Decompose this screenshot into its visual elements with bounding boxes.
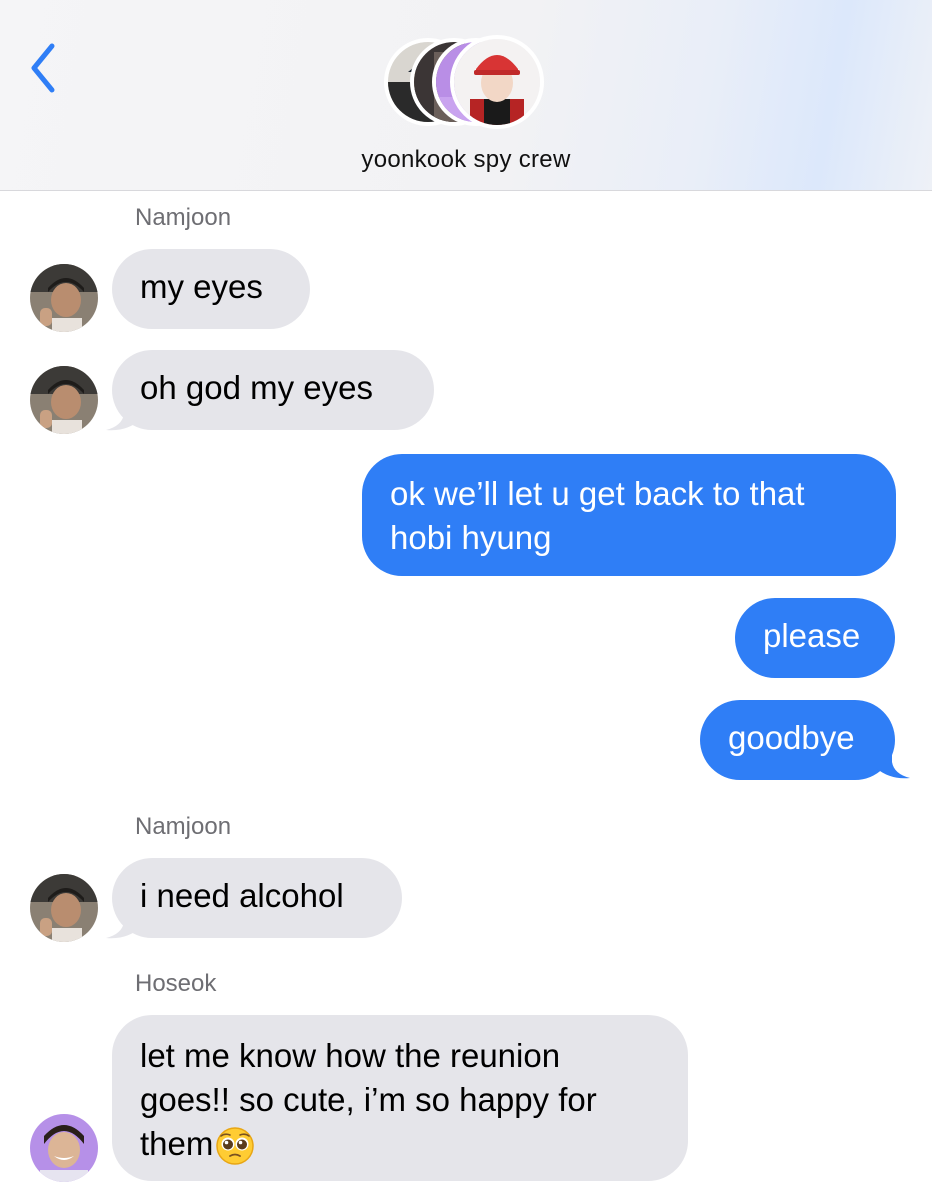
message-bubble-incoming[interactable]: i need alcohol [112,858,402,938]
message-bubble-incoming[interactable]: my eyes [112,249,310,329]
bubble-tail [106,912,140,939]
chevron-left-icon [31,43,55,93]
contact-avatar-namjoon[interactable] [30,366,98,434]
contact-avatar-hoseok[interactable] [30,1114,98,1182]
message-text: goodbye [728,719,855,756]
message-text-line: ok we’ll let u get back to that [390,475,805,512]
message-text: my eyes [140,268,263,305]
bubble-tail [106,404,140,431]
message-text: please [763,617,861,654]
back-button[interactable] [22,38,72,98]
message-text-line: let me know how the reunion [140,1037,561,1074]
message-bubble-incoming[interactable]: oh god my eyes [112,350,434,430]
sender-name: Hoseok [135,970,217,997]
pleading-face-icon [216,1127,255,1166]
message-bubble-incoming[interactable]: let me know how the reunion goes!! so cu… [112,1015,688,1181]
conversation-title[interactable]: yoonkook spy crew [0,146,932,174]
group-member-avatar [450,35,544,129]
message-bubble-outgoing[interactable]: please [735,598,895,678]
message-bubble-outgoing[interactable]: ok we’ll let u get back to that hobi hyu… [362,454,896,576]
contact-avatar-namjoon[interactable] [30,874,98,942]
sender-name: Namjoon [135,813,232,840]
sender-name: Namjoon [135,204,232,231]
message-text: them [140,1125,214,1162]
message-bubble-outgoing[interactable]: goodbye [700,700,895,780]
message-text-line: them [140,1122,660,1166]
contact-avatar-namjoon[interactable] [30,264,98,332]
conversation-header: yoonkook spy crew [0,0,932,191]
message-text-line: goes!! so cute, i’m so happy for [140,1081,597,1118]
bubble-tail [876,752,910,779]
message-text-line: hobi hyung [390,519,552,556]
message-text: oh god my eyes [140,369,373,406]
group-avatar-stack[interactable] [384,35,548,134]
message-text: i need alcohol [140,877,344,914]
